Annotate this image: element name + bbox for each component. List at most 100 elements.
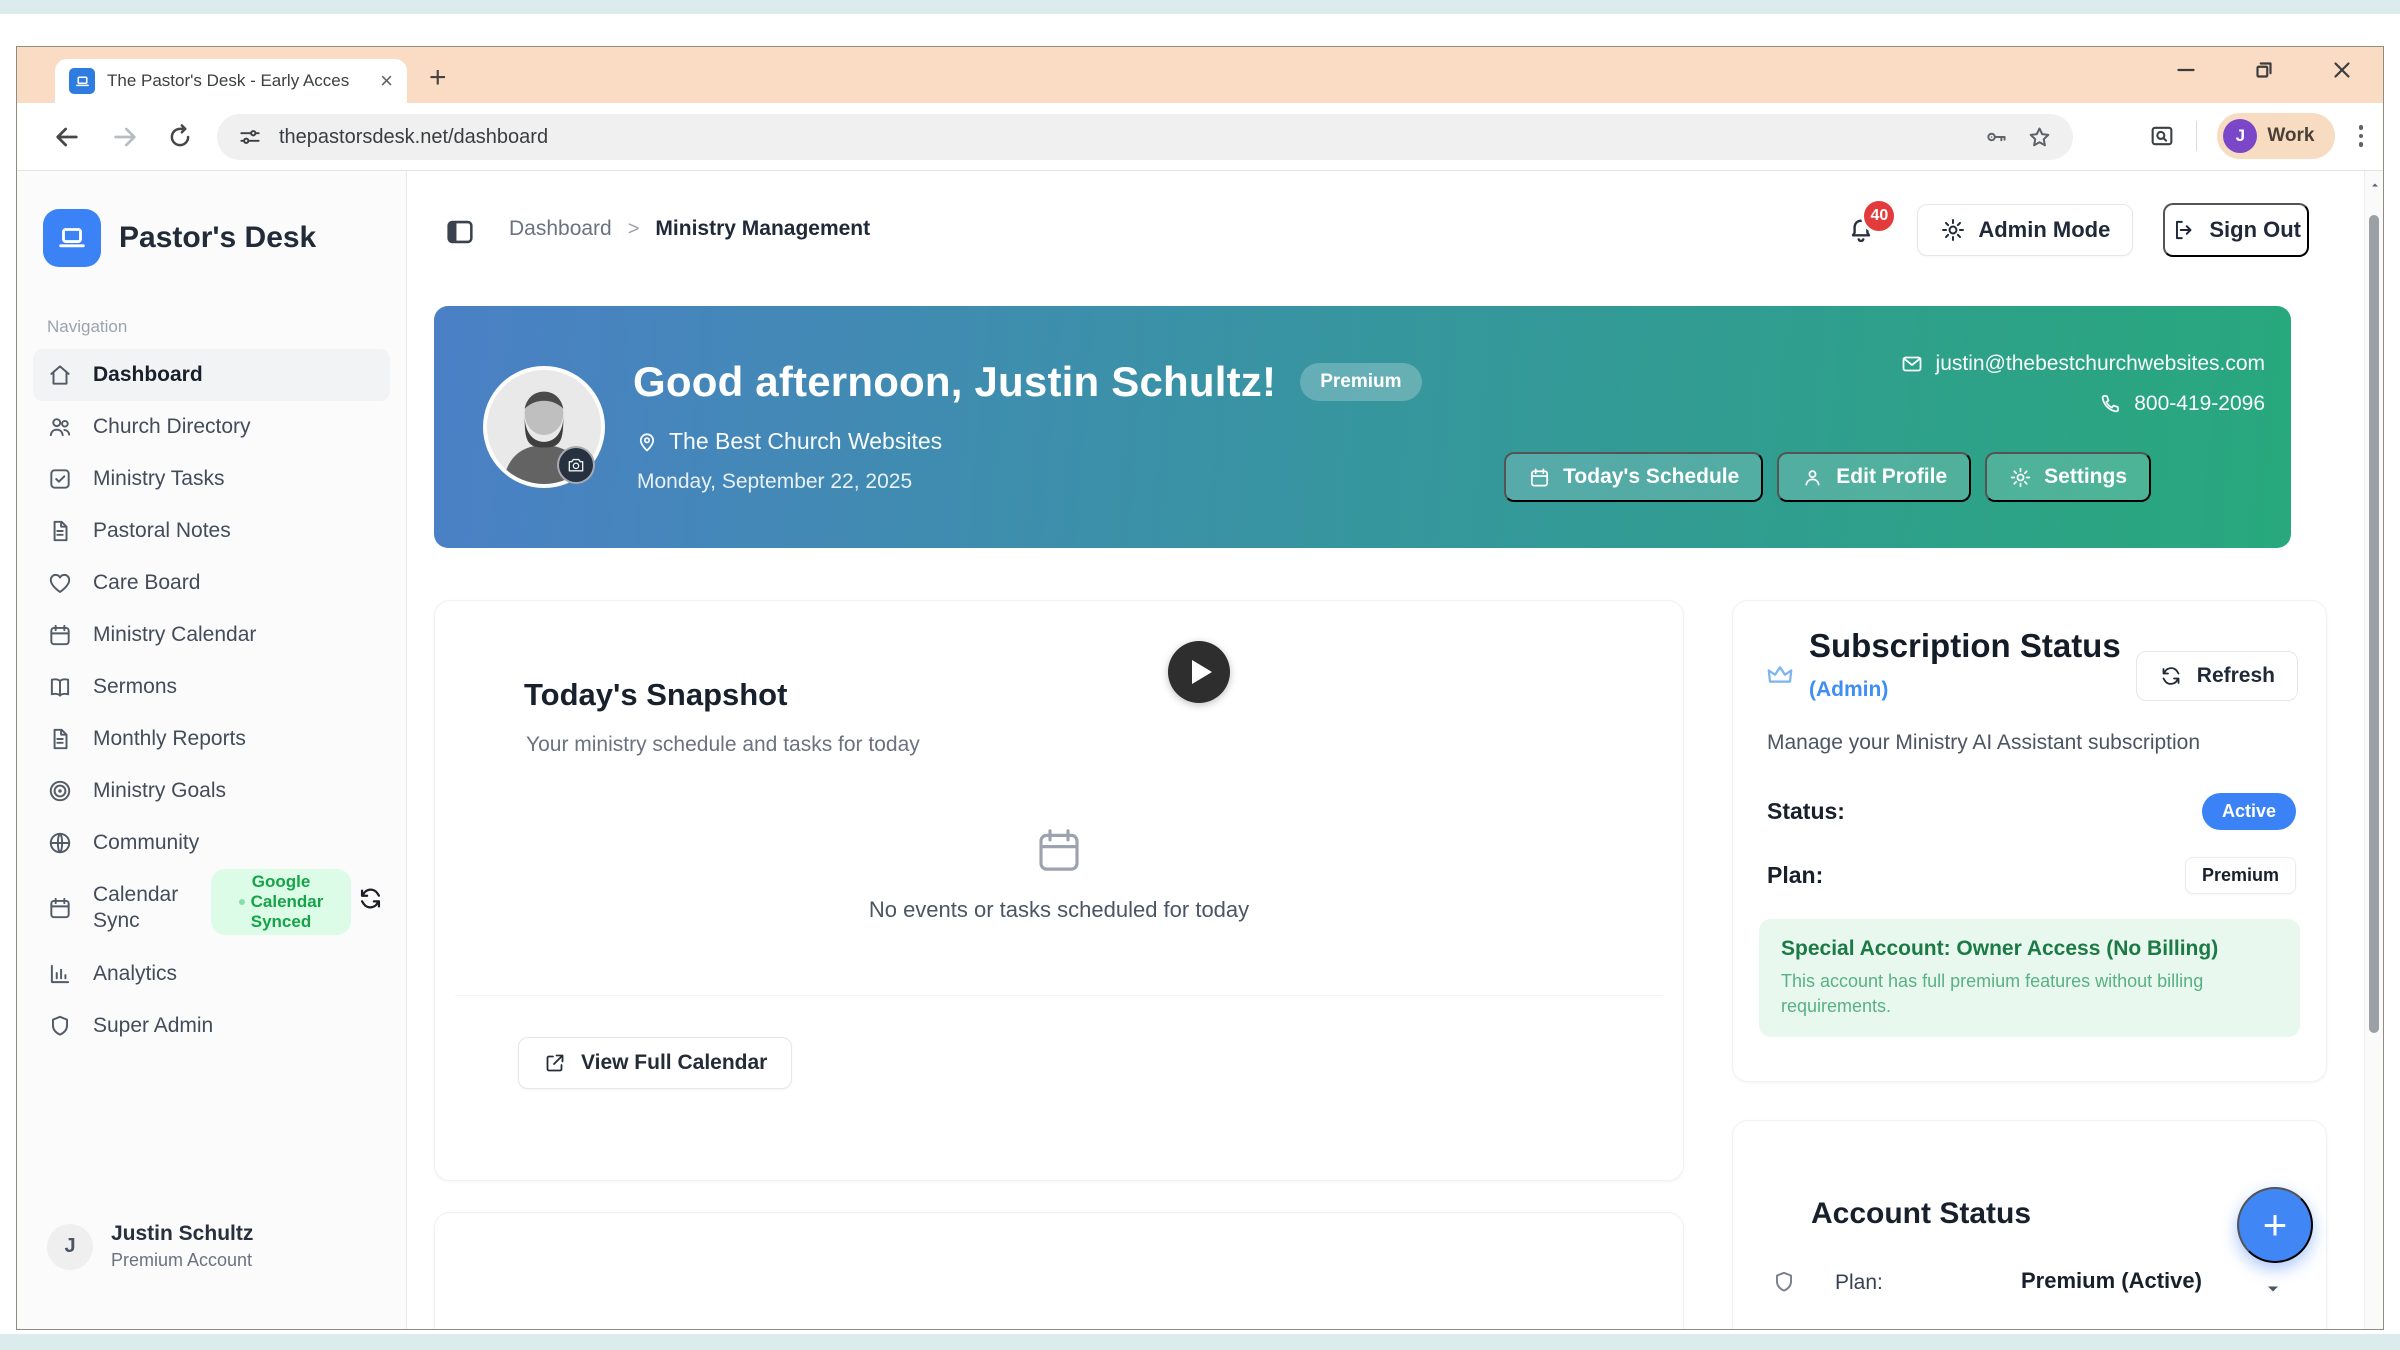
edit-profile-button[interactable]: Edit Profile xyxy=(1777,452,1971,502)
change-photo-camera-icon[interactable] xyxy=(557,446,595,484)
sidebar-user[interactable]: J Justin Schultz Premium Account xyxy=(17,1198,406,1329)
lower-card-partial xyxy=(434,1212,1684,1329)
home-icon xyxy=(47,362,73,388)
sidebar-toggle-icon[interactable] xyxy=(443,215,477,249)
sidebar-item-ministry-calendar[interactable]: Ministry Calendar xyxy=(33,609,390,661)
sidebar-item-calendar-sync[interactable]: Calendar Sync Google Calendar Synced xyxy=(33,869,390,948)
sidebar: Pastor's Desk Navigation Dashboard Churc… xyxy=(17,171,407,1329)
crown-icon xyxy=(1765,661,1795,691)
toolbar-right: J Work xyxy=(2148,113,2367,159)
contact-info: justin@thebestchurchwebsites.com 800-419… xyxy=(1900,352,2265,416)
sidebar-item-dashboard[interactable]: Dashboard xyxy=(33,349,390,401)
sidebar-item-super-admin[interactable]: Super Admin xyxy=(33,1000,390,1052)
plan-row: Plan: Premium xyxy=(1767,857,2296,894)
view-full-calendar-button[interactable]: View Full Calendar xyxy=(518,1037,792,1089)
minimize-button[interactable] xyxy=(2173,57,2199,83)
sidebar-item-sermons[interactable]: Sermons xyxy=(33,661,390,713)
sidebar-item-analytics[interactable]: Analytics xyxy=(33,948,390,1000)
sidebar-nav: Dashboard Church Directory Ministry Task… xyxy=(17,349,406,1052)
sign-out-button[interactable]: Sign Out xyxy=(2163,203,2309,257)
frame-strip-top xyxy=(0,0,2400,14)
sidebar-item-pastoral-notes[interactable]: Pastoral Notes xyxy=(33,505,390,557)
sidebar-item-monthly-reports[interactable]: Monthly Reports xyxy=(33,713,390,765)
url-text[interactable]: thepastorsdesk.net/dashboard xyxy=(279,126,1968,149)
plan-premium-badge: Premium xyxy=(2185,857,2296,894)
browser-tab[interactable]: The Pastor's Desk - Early Acces × xyxy=(55,59,407,103)
close-button[interactable] xyxy=(2329,57,2355,83)
notifications-button[interactable]: 40 xyxy=(1845,214,1887,246)
frame-strip-bottom xyxy=(0,1334,2400,1350)
browser-window: The Pastor's Desk - Early Acces × + thep… xyxy=(16,46,2384,1330)
document-icon xyxy=(47,518,73,544)
browser-tab-strip: The Pastor's Desk - Early Acces × + xyxy=(17,47,2383,103)
url-bar[interactable]: thepastorsdesk.net/dashboard xyxy=(217,114,2073,160)
tab-close-icon[interactable]: × xyxy=(380,70,393,92)
restore-button[interactable] xyxy=(2251,57,2277,83)
target-icon xyxy=(47,778,73,804)
sync-refresh-icon[interactable] xyxy=(357,885,384,912)
settings-button[interactable]: Settings xyxy=(1985,452,2151,502)
scrollbar-up-arrow[interactable] xyxy=(2369,179,2381,191)
sidebar-item-community[interactable]: Community xyxy=(33,817,390,869)
bar-chart-icon xyxy=(47,961,73,987)
report-icon xyxy=(47,726,73,752)
sidebar-item-care-board[interactable]: Care Board xyxy=(33,557,390,609)
current-date: Monday, September 22, 2025 xyxy=(637,470,912,494)
tab-search-icon[interactable] xyxy=(2148,122,2176,150)
site-settings-icon[interactable] xyxy=(237,124,263,150)
breadcrumb-dashboard[interactable]: Dashboard xyxy=(509,217,612,241)
subscription-subtitle: Manage your Ministry AI Assistant subscr… xyxy=(1767,731,2200,755)
profile-avatar: J xyxy=(2223,119,2257,153)
scrollbar-thumb[interactable] xyxy=(2369,215,2379,1033)
admin-mode-button[interactable]: Admin Mode xyxy=(1917,204,2133,256)
refresh-icon xyxy=(2159,664,2183,688)
sidebar-item-ministry-tasks[interactable]: Ministry Tasks xyxy=(33,453,390,505)
subscription-title: Subscription Status (Admin) xyxy=(1809,627,2139,705)
sidebar-item-church-directory[interactable]: Church Directory xyxy=(33,401,390,453)
reload-button[interactable] xyxy=(165,121,197,153)
floating-add-button[interactable]: + xyxy=(2237,1187,2313,1263)
brand-name: Pastor's Desk xyxy=(119,221,316,255)
admin-tag: (Admin) xyxy=(1809,678,1888,701)
external-link-icon xyxy=(543,1051,567,1075)
welcome-banner: Good afternoon, Justin Schultz! Premium … xyxy=(434,306,2291,548)
browser-menu-icon[interactable] xyxy=(2355,121,2368,151)
password-key-icon[interactable] xyxy=(1984,124,2010,150)
sidebar-item-ministry-goals[interactable]: Ministry Goals xyxy=(33,765,390,817)
snapshot-empty-state: No events or tasks scheduled for today xyxy=(435,823,1683,923)
new-tab-button[interactable]: + xyxy=(429,63,447,93)
brand-header: Pastor's Desk xyxy=(17,171,406,267)
refresh-button[interactable]: Refresh xyxy=(2136,651,2298,701)
calendar-icon xyxy=(1032,823,1086,877)
hero-actions: Today's Schedule Edit Profile Settings xyxy=(1504,452,2151,502)
shield-icon xyxy=(1771,1269,1797,1295)
heart-icon xyxy=(47,570,73,596)
forward-button[interactable] xyxy=(109,121,141,153)
church-name-row: The Best Church Websites xyxy=(635,428,942,455)
account-status-title: Account Status xyxy=(1811,1197,2031,1231)
todays-schedule-button[interactable]: Today's Schedule xyxy=(1504,452,1763,502)
scroll-down-icon[interactable] xyxy=(2263,1279,2283,1299)
video-play-button[interactable] xyxy=(1168,641,1230,703)
browser-profile-chip[interactable]: J Work xyxy=(2217,113,2334,159)
profile-photo[interactable] xyxy=(483,366,605,488)
phone-icon xyxy=(2098,392,2122,416)
bookmark-star-icon[interactable] xyxy=(2026,124,2053,151)
window-controls xyxy=(2173,57,2355,83)
notification-count-badge: 40 xyxy=(1861,198,1897,234)
profile-label: Work xyxy=(2267,125,2314,147)
email-row: justin@thebestchurchwebsites.com xyxy=(1900,352,2265,376)
page-scrollbar[interactable] xyxy=(2364,171,2383,1329)
google-calendar-synced-badge: Google Calendar Synced xyxy=(211,869,351,935)
status-label: Status: xyxy=(1767,798,1845,825)
todays-snapshot-card: Today's Snapshot Your ministry schedule … xyxy=(434,600,1684,1181)
main-area: Dashboard > Ministry Management 40 Admin… xyxy=(407,171,2383,1329)
gear-icon xyxy=(1940,217,1966,243)
calendar-icon xyxy=(47,895,73,921)
back-button[interactable] xyxy=(51,121,83,153)
book-icon xyxy=(47,674,73,700)
calendar-icon xyxy=(1528,466,1551,489)
nav-section-label: Navigation xyxy=(47,317,406,337)
play-icon xyxy=(1192,660,1212,684)
premium-badge: Premium xyxy=(1300,363,1421,401)
